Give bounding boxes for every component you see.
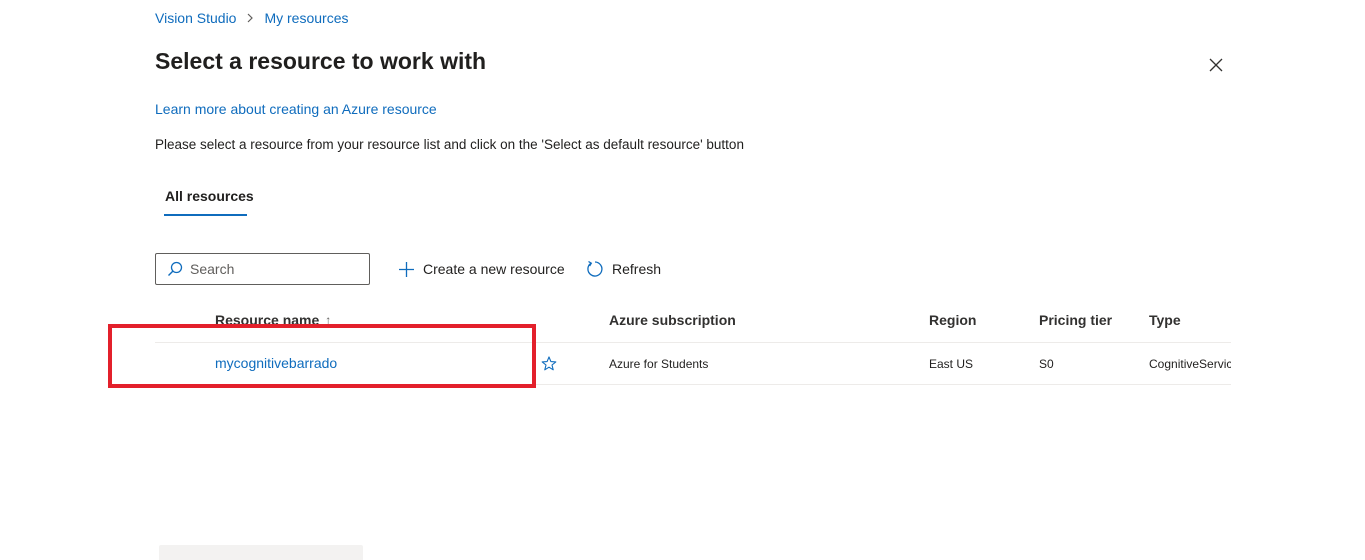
breadcrumb-my-resources[interactable]: My resources (264, 10, 348, 26)
column-header-region[interactable]: Region (929, 312, 976, 328)
add-icon (399, 261, 414, 277)
refresh-button[interactable]: Refresh (586, 257, 661, 281)
chevron-right-icon (246, 13, 254, 23)
page-title: Select a resource to work with (155, 48, 487, 74)
table-divider (155, 384, 1231, 385)
breadcrumb-vision-studio[interactable]: Vision Studio (155, 10, 236, 26)
column-header-subscription[interactable]: Azure subscription (609, 312, 736, 328)
favorite-button[interactable] (540, 355, 558, 373)
close-icon (1209, 58, 1223, 72)
refresh-icon (587, 260, 603, 277)
search-input[interactable] (190, 261, 350, 277)
column-header-label: Resource name (215, 312, 320, 328)
resource-name-link[interactable]: mycognitivebarrado (215, 355, 337, 371)
column-header-pricing-tier[interactable]: Pricing tier (1039, 312, 1112, 328)
search-box[interactable] (155, 253, 370, 285)
breadcrumb: Vision Studio My resources (155, 10, 349, 26)
tab-selected-indicator (164, 214, 247, 216)
learn-more-link[interactable]: Learn more about creating an Azure resou… (155, 101, 437, 117)
pricing-tier-cell: S0 (1039, 357, 1054, 371)
subscription-cell: Azure for Students (609, 357, 709, 371)
refresh-label: Refresh (612, 261, 662, 277)
type-cell: CognitiveServic (1149, 357, 1231, 371)
search-icon (168, 261, 183, 276)
column-header-resource-name[interactable]: Resource name ↑ (215, 312, 331, 328)
close-button[interactable] (1204, 53, 1228, 77)
sort-ascending-icon: ↑ (325, 313, 332, 327)
resource-selection-page: Vision Studio My resources Select a reso… (0, 0, 1365, 560)
create-resource-label: Create a new resource (423, 261, 565, 277)
instruction-text: Please select a resource from your resou… (155, 137, 744, 152)
column-header-type[interactable]: Type (1149, 312, 1181, 328)
create-resource-button[interactable]: Create a new resource (398, 257, 565, 281)
select-default-resource-button[interactable]: Select as default resource (159, 545, 363, 560)
region-cell: East US (929, 357, 974, 371)
star-icon (541, 356, 557, 371)
tab-all-resources[interactable]: All resources (155, 178, 264, 216)
